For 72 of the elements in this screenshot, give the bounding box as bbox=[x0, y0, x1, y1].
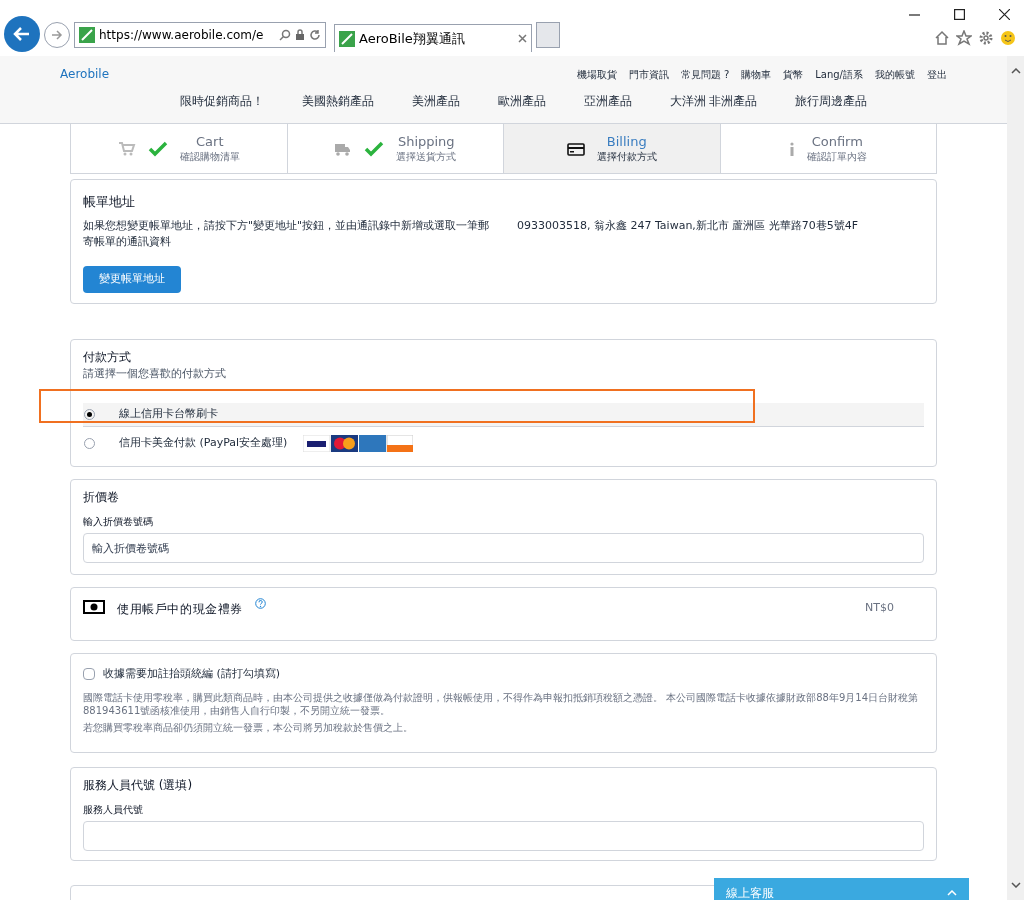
panel-title: 折價卷 bbox=[83, 489, 120, 506]
panel-title: 帳單地址 bbox=[83, 193, 136, 211]
step-subtitle: 選擇送貨方式 bbox=[396, 149, 457, 164]
step-title: Confirm bbox=[811, 133, 863, 149]
checkmark-icon bbox=[364, 140, 385, 157]
panel-title: 使用帳戶中的現金禮券 bbox=[117, 601, 243, 618]
settings-icon[interactable] bbox=[978, 30, 994, 46]
change-address-button[interactable]: 變更帳單地址 bbox=[83, 266, 181, 293]
voucher-amount: NT$0 bbox=[865, 600, 894, 616]
checkmark-icon bbox=[147, 140, 168, 157]
address-bar[interactable]: https://www.aerobile.com/e bbox=[74, 22, 326, 48]
browser-tab[interactable]: AeroBile翔翼通訊 bbox=[334, 24, 532, 52]
lock-icon bbox=[295, 29, 305, 41]
chevron-down-icon[interactable] bbox=[1010, 882, 1021, 888]
nav-link[interactable]: 限時促銷商品！ bbox=[179, 92, 264, 110]
payment-option[interactable]: 線上信用卡台幣刷卡 bbox=[83, 402, 924, 427]
info-icon bbox=[789, 141, 796, 156]
help-icon[interactable] bbox=[255, 598, 266, 609]
step-title: Cart bbox=[196, 133, 224, 149]
field-label: 服務人員代號 bbox=[83, 803, 144, 817]
nav-link[interactable]: 美國熱銷產品 bbox=[301, 92, 374, 110]
home-icon[interactable] bbox=[934, 30, 950, 46]
header-link[interactable]: 常見問題 ? bbox=[680, 66, 730, 82]
header-link[interactable]: 機場取貨 bbox=[576, 66, 617, 82]
step-title: Billing bbox=[606, 133, 647, 149]
smiley-icon[interactable] bbox=[1000, 30, 1016, 46]
instruction-text: 如果您想變更帳單地址，請按下方"變更地址"按鈕，並由通訊錄中新增或選取一筆郵寄帳單的通訊資料 bbox=[83, 217, 491, 250]
maximize-icon[interactable] bbox=[954, 9, 965, 20]
search-icon bbox=[279, 29, 291, 41]
header-link[interactable]: Lang/語系 bbox=[815, 66, 863, 82]
step-subtitle: 確認訂單內容 bbox=[807, 149, 868, 164]
close-icon[interactable] bbox=[999, 9, 1010, 20]
header-link[interactable]: 門市資訊 bbox=[628, 66, 669, 82]
nav-link[interactable]: 大洋洲 非洲產品 bbox=[669, 92, 758, 110]
step-subtitle: 選擇付款方式 bbox=[596, 149, 657, 164]
fine-print: 若您購買零稅率商品卻仍須開立統一發票，本公司將另加稅款於售價之上。 bbox=[83, 720, 414, 734]
address-text: 0933003518, 翁永鑫 247 Taiwan,新北市 蘆洲區 光華路70巷5號4F bbox=[517, 217, 859, 234]
header-link[interactable]: 貨幣 bbox=[783, 66, 804, 82]
checkout-step[interactable]: Billing 選擇付款方式 bbox=[503, 124, 720, 173]
banknote-icon bbox=[83, 600, 105, 614]
nav-link[interactable]: 美洲產品 bbox=[411, 92, 460, 110]
scrollbar[interactable] bbox=[1007, 56, 1024, 900]
header-link[interactable]: 購物車 bbox=[741, 66, 772, 82]
coupon-input[interactable]: 輸入折價卷號碼 bbox=[83, 533, 924, 563]
panel-subtitle: 請選擇一個您喜歡的付款方式 bbox=[83, 366, 227, 382]
nav-link[interactable]: 旅行周邊產品 bbox=[795, 92, 868, 110]
checkbox[interactable] bbox=[83, 668, 95, 681]
site-icon bbox=[339, 30, 355, 47]
back-button[interactable] bbox=[4, 16, 40, 52]
nav-link[interactable]: 亞洲產品 bbox=[583, 92, 632, 110]
staff-code-input[interactable] bbox=[83, 821, 924, 851]
payment-option[interactable]: 信用卡美金付款 (PayPal安全處理) bbox=[83, 426, 924, 461]
header-link[interactable]: 我的帳號 bbox=[875, 66, 915, 82]
chevron-up-icon[interactable] bbox=[1010, 68, 1021, 74]
fine-print: 國際電話卡使用零稅率，購買此類商品時，由本公司提供之收據僅做為付款證明，供報帳使用，不得作為申報扣抵銷項稅額之憑證。 本公司國際電話卡收據依據財政部88年9月14日台財稅第881943611號函核准使用，由銷售人自行印製，不另開立統一發票。 bbox=[83, 690, 919, 717]
header-link[interactable]: 登出 bbox=[927, 66, 947, 82]
site-logo[interactable]: Aerobile bbox=[60, 65, 110, 83]
site-icon bbox=[79, 27, 95, 43]
chevron-up-icon bbox=[947, 890, 957, 896]
nav-link[interactable]: 歐洲產品 bbox=[497, 92, 546, 110]
step-subtitle: 確認購物清單 bbox=[179, 149, 240, 164]
credit-card-icon bbox=[566, 140, 585, 157]
panel-title: 服務人員代號 (選填) bbox=[83, 777, 194, 794]
receipt-panel: 收據需要加註抬頭統編 (請打勾填寫) 國際電話卡使用零稅率，購買此類商品時，由本公司提供之收據僅做為付款證明，供報帳使用，不得作為申報扣抵銷項稅額之憑證。 本公司國際電話卡收據依據財政部88年9月14日台財稅第881943611號函核准使用，由銷售人自行印製，不另開立統一發票。 若您購買零稅率商品卻仍須開立統一發票，本公司將另加稅款於售價之上。 bbox=[70, 653, 937, 753]
star-icon[interactable] bbox=[956, 30, 972, 46]
step-title: Shipping bbox=[397, 133, 455, 149]
field-label: 輸入折價卷號碼 bbox=[83, 515, 154, 529]
arrow-right-icon bbox=[50, 28, 64, 42]
panel-title: 付款方式 bbox=[83, 349, 132, 366]
refresh-icon[interactable] bbox=[309, 29, 321, 41]
url-text: https://www.aerobile.com/e bbox=[99, 27, 265, 44]
cart-icon bbox=[117, 140, 136, 157]
